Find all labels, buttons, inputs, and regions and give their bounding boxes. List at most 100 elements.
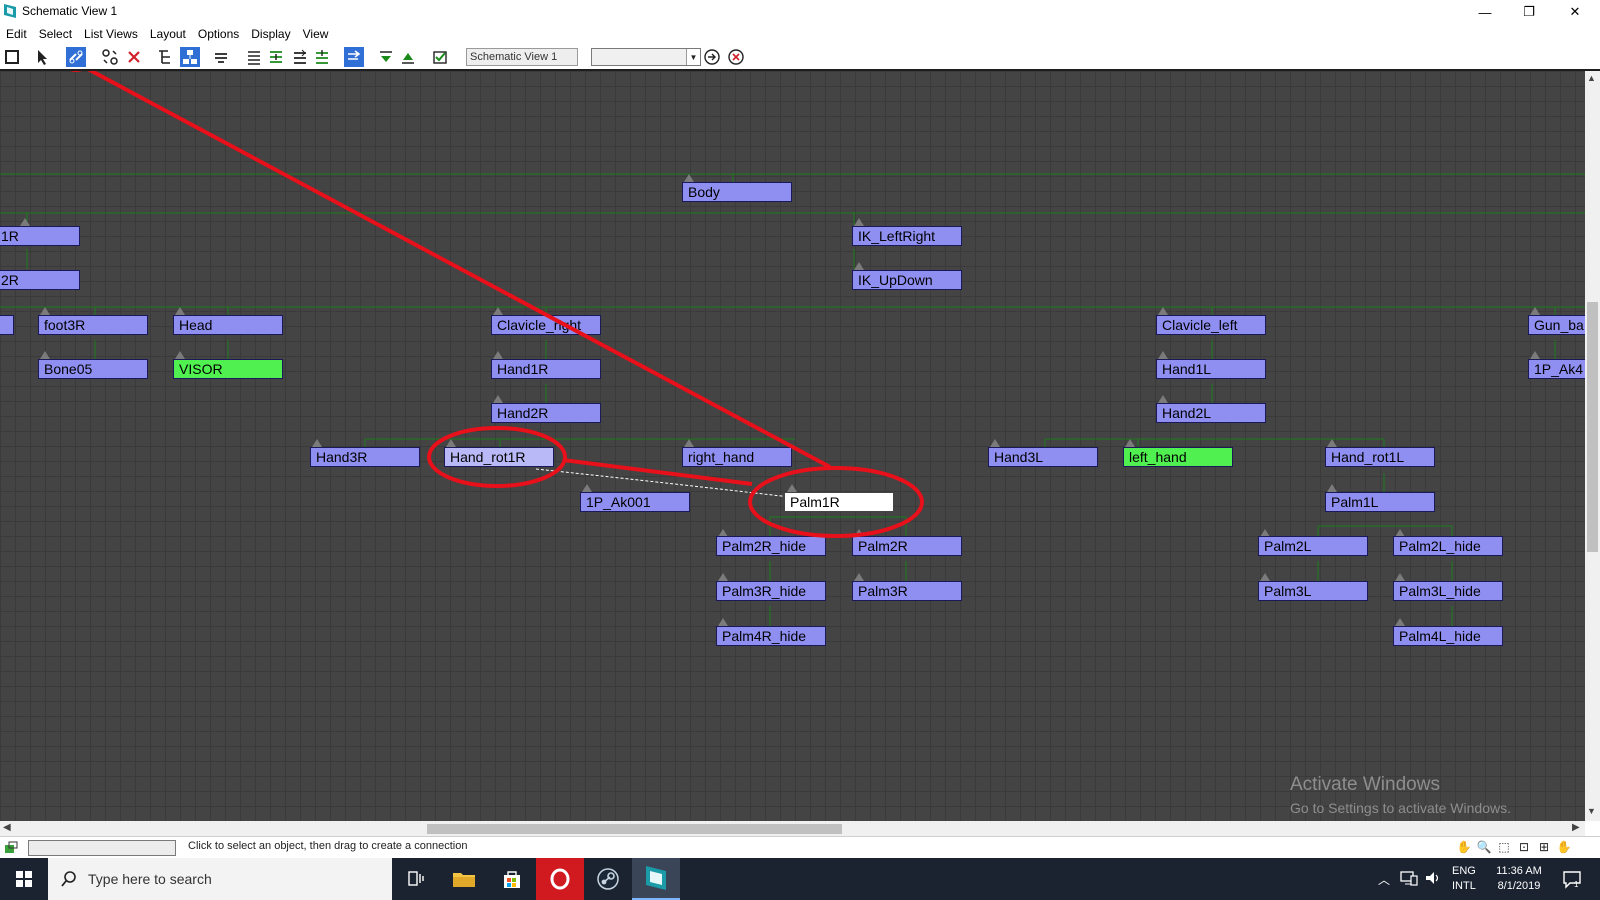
move-children-icon[interactable]: [376, 47, 396, 67]
view-name-field[interactable]: Schematic View 1: [466, 48, 578, 66]
3dsmax-icon[interactable]: [632, 858, 680, 900]
free-all-icon[interactable]: [312, 47, 332, 67]
menu-select[interactable]: Select: [39, 27, 72, 41]
hierarchy-mode-icon[interactable]: [155, 47, 175, 67]
maximize-button[interactable]: ❐: [1506, 0, 1552, 24]
horizontal-scrollbar[interactable]: ◀ ▶: [0, 821, 1585, 836]
connect-icon[interactable]: [66, 47, 86, 67]
node-hand-rot1r[interactable]: Hand_rot1R: [444, 447, 554, 467]
clock[interactable]: 11:36 AM 8/1/2019: [1486, 864, 1552, 894]
region-select-icon[interactable]: ⬚: [1496, 839, 1512, 855]
menu-display[interactable]: Display: [251, 27, 290, 41]
node-1p-ak001[interactable]: 1P_Ak001: [580, 492, 690, 512]
scroll-up-icon[interactable]: ▲: [1587, 73, 1596, 83]
hand-icon[interactable]: ✋: [1556, 839, 1572, 855]
arrange-children-icon[interactable]: [290, 47, 310, 67]
node-palm2l-hide[interactable]: Palm2L_hide: [1393, 536, 1503, 556]
scroll-left-icon[interactable]: ◀: [3, 822, 11, 833]
menu-layout[interactable]: Layout: [150, 27, 186, 41]
vertical-scrollbar[interactable]: ▲ ▼: [1585, 71, 1600, 821]
language-indicator[interactable]: ENG INTL: [1452, 864, 1476, 894]
view-select-dropdown[interactable]: ▼: [591, 48, 701, 66]
node-hand-rot1l[interactable]: Hand_rot1L: [1325, 447, 1435, 467]
node-ik-leftright[interactable]: IK_LeftRight: [852, 226, 962, 246]
expand-icon[interactable]: [266, 47, 286, 67]
clear-icon[interactable]: [726, 47, 746, 67]
node-palm3r[interactable]: Palm3R: [852, 581, 962, 601]
chevron-down-icon[interactable]: ▼: [686, 49, 700, 65]
node-clavicle-left[interactable]: Clavicle_left: [1156, 315, 1266, 335]
node-ik-updown[interactable]: IK_UpDown: [852, 270, 962, 290]
node-1p-ak4[interactable]: 1P_Ak4: [1528, 359, 1585, 379]
vertical-scroll-thumb[interactable]: [1587, 302, 1598, 552]
go-icon[interactable]: [702, 47, 722, 67]
menu-edit[interactable]: Edit: [6, 27, 27, 41]
store-icon[interactable]: [488, 858, 536, 900]
node-palm2r-hide[interactable]: Palm2R_hide: [716, 536, 826, 556]
task-view-icon[interactable]: [392, 858, 440, 900]
node-parent-marker: [493, 351, 503, 359]
node-foot3r[interactable]: foot3R: [38, 315, 148, 335]
hierarchy-links: [0, 173, 1585, 628]
volume-icon[interactable]: [1425, 870, 1441, 886]
node-clavicle-right[interactable]: Clavicle_right: [491, 315, 601, 335]
node-hand2r[interactable]: Hand2R: [491, 403, 601, 423]
select-icon[interactable]: [32, 47, 52, 67]
chevron-up-icon[interactable]: ︿: [1378, 871, 1390, 888]
horizontal-scroll-thumb[interactable]: [427, 824, 842, 834]
node-palm3r-hide[interactable]: Palm3R_hide: [716, 581, 826, 601]
menu-list-views[interactable]: List Views: [84, 27, 138, 41]
delete-icon[interactable]: [124, 47, 144, 67]
node-palm1l[interactable]: Palm1L: [1325, 492, 1435, 512]
unlink-icon[interactable]: [100, 47, 120, 67]
zoom-region-icon[interactable]: ⊞: [1536, 839, 1552, 855]
schematic-canvas[interactable]: Body IK_LeftRight IK_UpDown 1R 2R foot3R…: [0, 71, 1585, 821]
menu-view[interactable]: View: [303, 27, 329, 41]
close-button[interactable]: ✕: [1552, 0, 1598, 24]
start-button[interactable]: [0, 858, 48, 900]
node-gun-ba[interactable]: Gun_ba: [1528, 315, 1585, 335]
node-left-stub[interactable]: [0, 315, 14, 335]
notification-icon[interactable]: 1: [1562, 869, 1582, 889]
menu-options[interactable]: Options: [198, 27, 239, 41]
node-palm2r[interactable]: Palm2R: [852, 536, 962, 556]
file-explorer-icon[interactable]: [440, 858, 488, 900]
collapse-icon[interactable]: [244, 47, 264, 67]
node-hand3l[interactable]: Hand3L: [988, 447, 1098, 467]
node-2r[interactable]: 2R: [0, 270, 80, 290]
node-hand1l[interactable]: Hand1L: [1156, 359, 1266, 379]
node-body[interactable]: Body: [682, 182, 792, 202]
references-mode-icon[interactable]: [180, 47, 200, 67]
node-palm4l-hide[interactable]: Palm4L_hide: [1393, 626, 1503, 646]
node-left-hand[interactable]: left_hand: [1123, 447, 1233, 467]
node-1r[interactable]: 1R: [0, 226, 80, 246]
display-floater-icon[interactable]: [2, 47, 22, 67]
node-head[interactable]: Head: [173, 315, 283, 335]
pan-icon[interactable]: ✋: [1456, 839, 1472, 855]
taskbar-search[interactable]: Type here to search: [48, 858, 392, 900]
node-right-hand[interactable]: right_hand: [682, 447, 792, 467]
node-bone05[interactable]: Bone05: [38, 359, 148, 379]
opera-icon[interactable]: [536, 858, 584, 900]
zoom-icon[interactable]: 🔍: [1476, 839, 1492, 855]
preferences-icon[interactable]: [211, 47, 231, 67]
node-palm3l-hide[interactable]: Palm3L_hide: [1393, 581, 1503, 601]
steam-icon[interactable]: [584, 858, 632, 900]
node-hand1r[interactable]: Hand1R: [491, 359, 601, 379]
always-arrange-icon[interactable]: [344, 47, 364, 67]
zoom-selected-icon[interactable]: [398, 47, 418, 67]
minimize-button[interactable]: —: [1462, 0, 1508, 24]
node-palm4r-hide[interactable]: Palm4R_hide: [716, 626, 826, 646]
node-palm3l[interactable]: Palm3L: [1258, 581, 1368, 601]
node-visor[interactable]: VISOR: [173, 359, 283, 379]
zoom-extents-icon[interactable]: ⊡: [1516, 839, 1532, 855]
node-hand2l[interactable]: Hand2L: [1156, 403, 1266, 423]
filter-icon[interactable]: [430, 47, 450, 67]
network-icon[interactable]: [1400, 870, 1418, 886]
node-palm2l[interactable]: Palm2L: [1258, 536, 1368, 556]
node-parent-marker: [1530, 351, 1540, 359]
scroll-down-icon[interactable]: ▼: [1587, 806, 1596, 816]
node-palm1r[interactable]: Palm1R: [784, 492, 894, 512]
scroll-right-icon[interactable]: ▶: [1572, 822, 1580, 833]
node-hand3r[interactable]: Hand3R: [310, 447, 420, 467]
